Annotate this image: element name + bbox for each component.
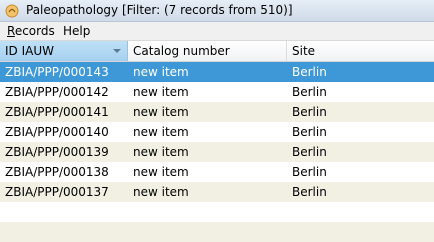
cell-catalog-number[interactable]: new item (128, 62, 287, 82)
window-title: Paleopathology [Filter: (7 records from … (26, 3, 293, 17)
cell-catalog-number[interactable]: new item (128, 102, 287, 122)
table-row[interactable]: ZBIA/PPP/000138 new item Berlin (0, 162, 434, 182)
table-row[interactable]: ZBIA/PPP/000137 new item Berlin (0, 182, 434, 202)
cell-site[interactable]: Berlin (287, 122, 434, 142)
cell-id-iauw[interactable]: ZBIA/PPP/000143 (0, 62, 128, 82)
table-row[interactable]: ZBIA/PPP/000141 new item Berlin (0, 102, 434, 122)
cell-id-iauw[interactable]: ZBIA/PPP/000140 (0, 122, 128, 142)
cell-catalog-number[interactable]: new item (128, 162, 287, 182)
menu-records[interactable]: Records (7, 24, 55, 38)
table-row[interactable]: ZBIA/PPP/000142 new item Berlin (0, 82, 434, 102)
title-bar[interactable]: Paleopathology [Filter: (7 records from … (0, 0, 434, 22)
table-header: ID IAUW Catalog number Site (0, 41, 434, 62)
cell-id-iauw[interactable]: ZBIA/PPP/000137 (0, 182, 128, 202)
sort-descending-icon (113, 49, 121, 53)
cell-site[interactable]: Berlin (287, 62, 434, 82)
column-header-catalog-number[interactable]: Catalog number (128, 41, 287, 61)
cell-id-iauw[interactable]: ZBIA/PPP/000141 (0, 102, 128, 122)
empty-row (0, 222, 434, 242)
cell-site[interactable]: Berlin (287, 182, 434, 202)
column-header-id-iauw[interactable]: ID IAUW (0, 41, 128, 61)
table-row[interactable]: ZBIA/PPP/000140 new item Berlin (0, 122, 434, 142)
cell-id-iauw[interactable]: ZBIA/PPP/000139 (0, 142, 128, 162)
cell-site[interactable]: Berlin (287, 102, 434, 122)
cell-site[interactable]: Berlin (287, 142, 434, 162)
cell-catalog-number[interactable]: new item (128, 122, 287, 142)
menu-help[interactable]: Help (63, 24, 90, 38)
cell-id-iauw[interactable]: ZBIA/PPP/000138 (0, 162, 128, 182)
cell-site[interactable]: Berlin (287, 82, 434, 102)
cell-id-iauw[interactable]: ZBIA/PPP/000142 (0, 82, 128, 102)
cell-catalog-number[interactable]: new item (128, 82, 287, 102)
cell-site[interactable]: Berlin (287, 162, 434, 182)
table-row[interactable]: ZBIA/PPP/000139 new item Berlin (0, 142, 434, 162)
app-icon (5, 4, 19, 18)
records-grid: ID IAUW Catalog number Site ZBIA/PPP/000… (0, 41, 434, 242)
empty-row (0, 202, 434, 222)
cell-catalog-number[interactable]: new item (128, 182, 287, 202)
cell-catalog-number[interactable]: new item (128, 142, 287, 162)
column-header-site[interactable]: Site (287, 41, 434, 61)
menu-bar: Records Help (0, 22, 434, 41)
table-row[interactable]: ZBIA/PPP/000143 new item Berlin (0, 62, 434, 82)
